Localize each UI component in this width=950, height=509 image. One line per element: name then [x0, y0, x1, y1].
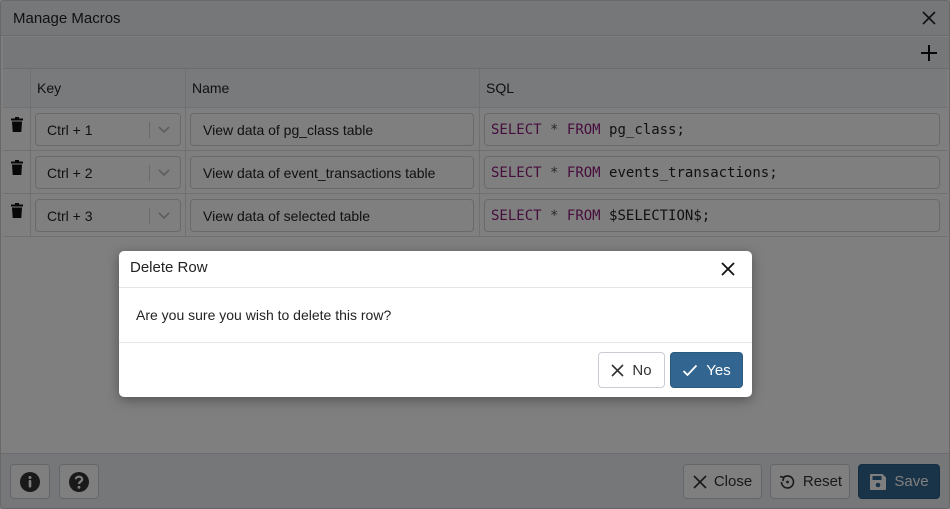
no-button-label: No — [632, 361, 652, 379]
modal-header: Delete Row — [119, 251, 752, 288]
close-icon[interactable] — [720, 261, 736, 277]
delete-row-modal: Delete Row Are you sure you wish to dele… — [119, 251, 752, 397]
no-button[interactable]: No — [598, 352, 665, 388]
modal-body: Are you sure you wish to delete this row… — [119, 288, 752, 343]
close-icon — [611, 363, 624, 377]
yes-button[interactable]: Yes — [670, 352, 743, 388]
modal-title: Delete Row — [130, 259, 208, 276]
check-icon — [683, 364, 698, 376]
modal-message: Are you sure you wish to delete this row… — [136, 307, 392, 323]
yes-button-label: Yes — [706, 361, 731, 379]
